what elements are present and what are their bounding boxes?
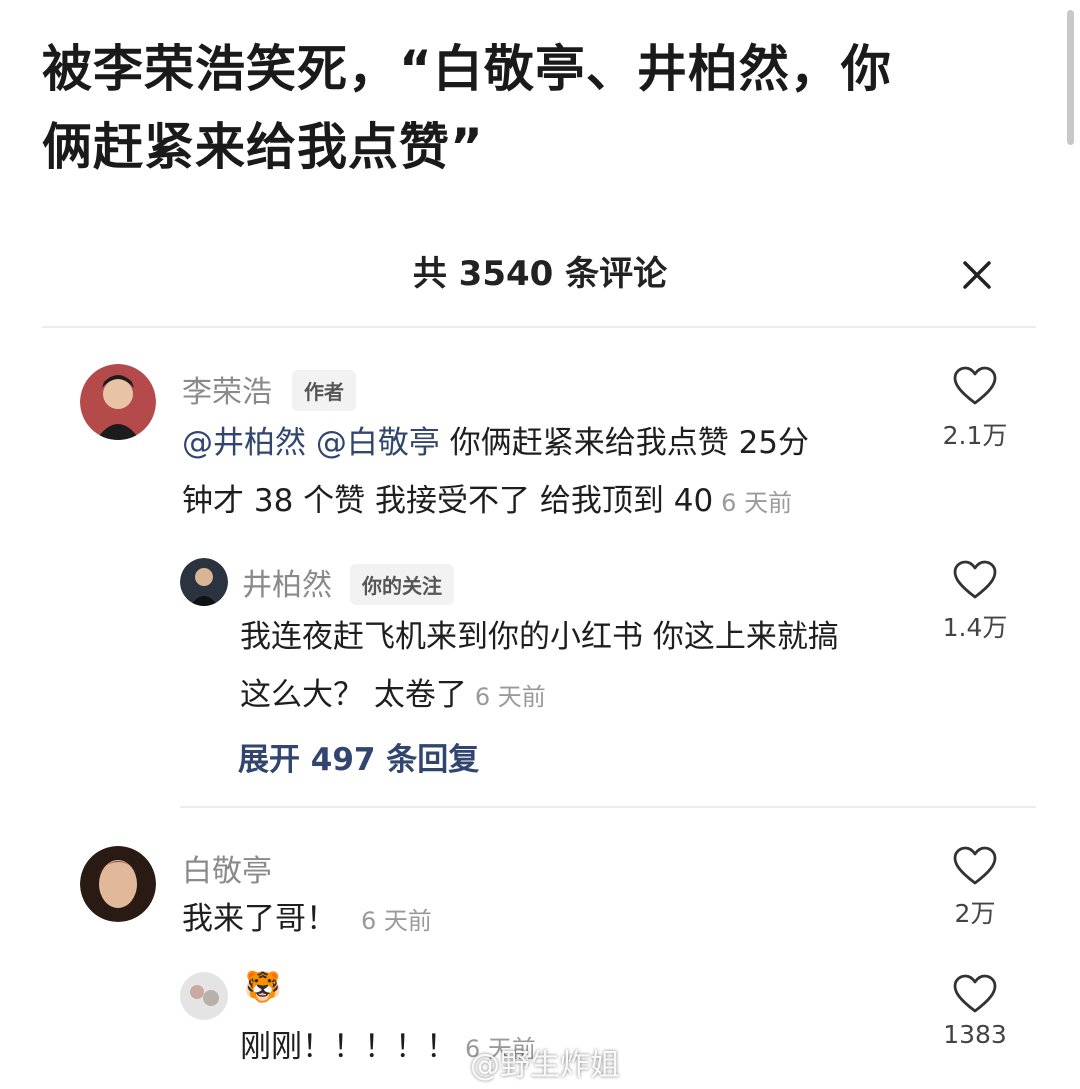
heart-icon[interactable] bbox=[953, 560, 997, 600]
heart-icon[interactable] bbox=[953, 846, 997, 886]
heart-icon[interactable] bbox=[953, 366, 997, 406]
mention-link[interactable]: @井柏然 bbox=[182, 425, 306, 461]
comment-author[interactable]: 李荣浩 bbox=[182, 367, 272, 411]
heart-icon[interactable] bbox=[953, 974, 997, 1014]
comment-text-line: 我来了哥！ bbox=[182, 901, 337, 937]
weibo-watermark: @野生炸姐 bbox=[470, 1048, 620, 1083]
comment-text-line: 刚刚！！！！！ bbox=[240, 1029, 457, 1065]
comment-text-line: 这么大？ 太卷了 bbox=[240, 677, 467, 713]
scrollbar[interactable] bbox=[1067, 10, 1074, 145]
comment-author[interactable]: 井柏然 bbox=[242, 560, 332, 604]
header-divider bbox=[42, 326, 1036, 328]
like-count: 1.4万 bbox=[942, 613, 1008, 642]
like-count: 2万 bbox=[954, 899, 996, 928]
comment-text-line: 钟才 38 个赞 我接受不了 给我顶到 40 bbox=[182, 483, 714, 519]
comment-text: @井柏然 @白敬亭 你俩赶紧来给我点赞 25分 钟才 38 个赞 我接受不了 给… bbox=[182, 414, 922, 532]
comment-text: 我连夜赶飞机来到你的小红书 你这上来就搞 这么大？ 太卷了 6 天前 bbox=[240, 608, 930, 726]
close-icon[interactable] bbox=[958, 256, 996, 294]
expand-replies-link[interactable]: 展开 497 条回复 bbox=[238, 734, 479, 779]
mention-link[interactable]: @白敬亭 bbox=[316, 425, 440, 461]
avatar[interactable] bbox=[180, 558, 228, 606]
comment-text-line: 我连夜赶飞机来到你的小红书 你这上来就搞 bbox=[240, 619, 839, 655]
following-tag: 你的关注 bbox=[350, 564, 454, 605]
headline-line-1: 被李荣浩笑死，“白敬亭、井柏然，你 bbox=[42, 40, 892, 98]
comment-text-line: 你俩赶紧来给我点赞 25分 bbox=[439, 425, 810, 461]
headline-line-2: 俩赶紧来给我点赞” bbox=[42, 118, 484, 176]
avatar[interactable] bbox=[180, 972, 228, 1020]
like-count: 2.1万 bbox=[942, 421, 1008, 450]
comment-divider bbox=[180, 806, 1036, 808]
avatar[interactable] bbox=[80, 364, 156, 440]
comment-author[interactable]: 🐯 bbox=[244, 970, 281, 1005]
like-count: 1383 bbox=[943, 1020, 1007, 1049]
comment-text: 我来了哥！ 6 天前 bbox=[182, 890, 432, 950]
comment-time: 6 天前 bbox=[361, 907, 432, 935]
post-headline: 被李荣浩笑死，“白敬亭、井柏然，你 俩赶紧来给我点赞” bbox=[42, 30, 1022, 186]
author-tag: 作者 bbox=[292, 370, 356, 411]
comment-author[interactable]: 白敬亭 bbox=[182, 846, 272, 890]
comments-count-title: 共 3540 条评论 bbox=[412, 254, 668, 294]
comment-time: 6 天前 bbox=[474, 683, 546, 711]
avatar[interactable] bbox=[80, 846, 156, 922]
comment-time: 6 天前 bbox=[721, 489, 793, 517]
